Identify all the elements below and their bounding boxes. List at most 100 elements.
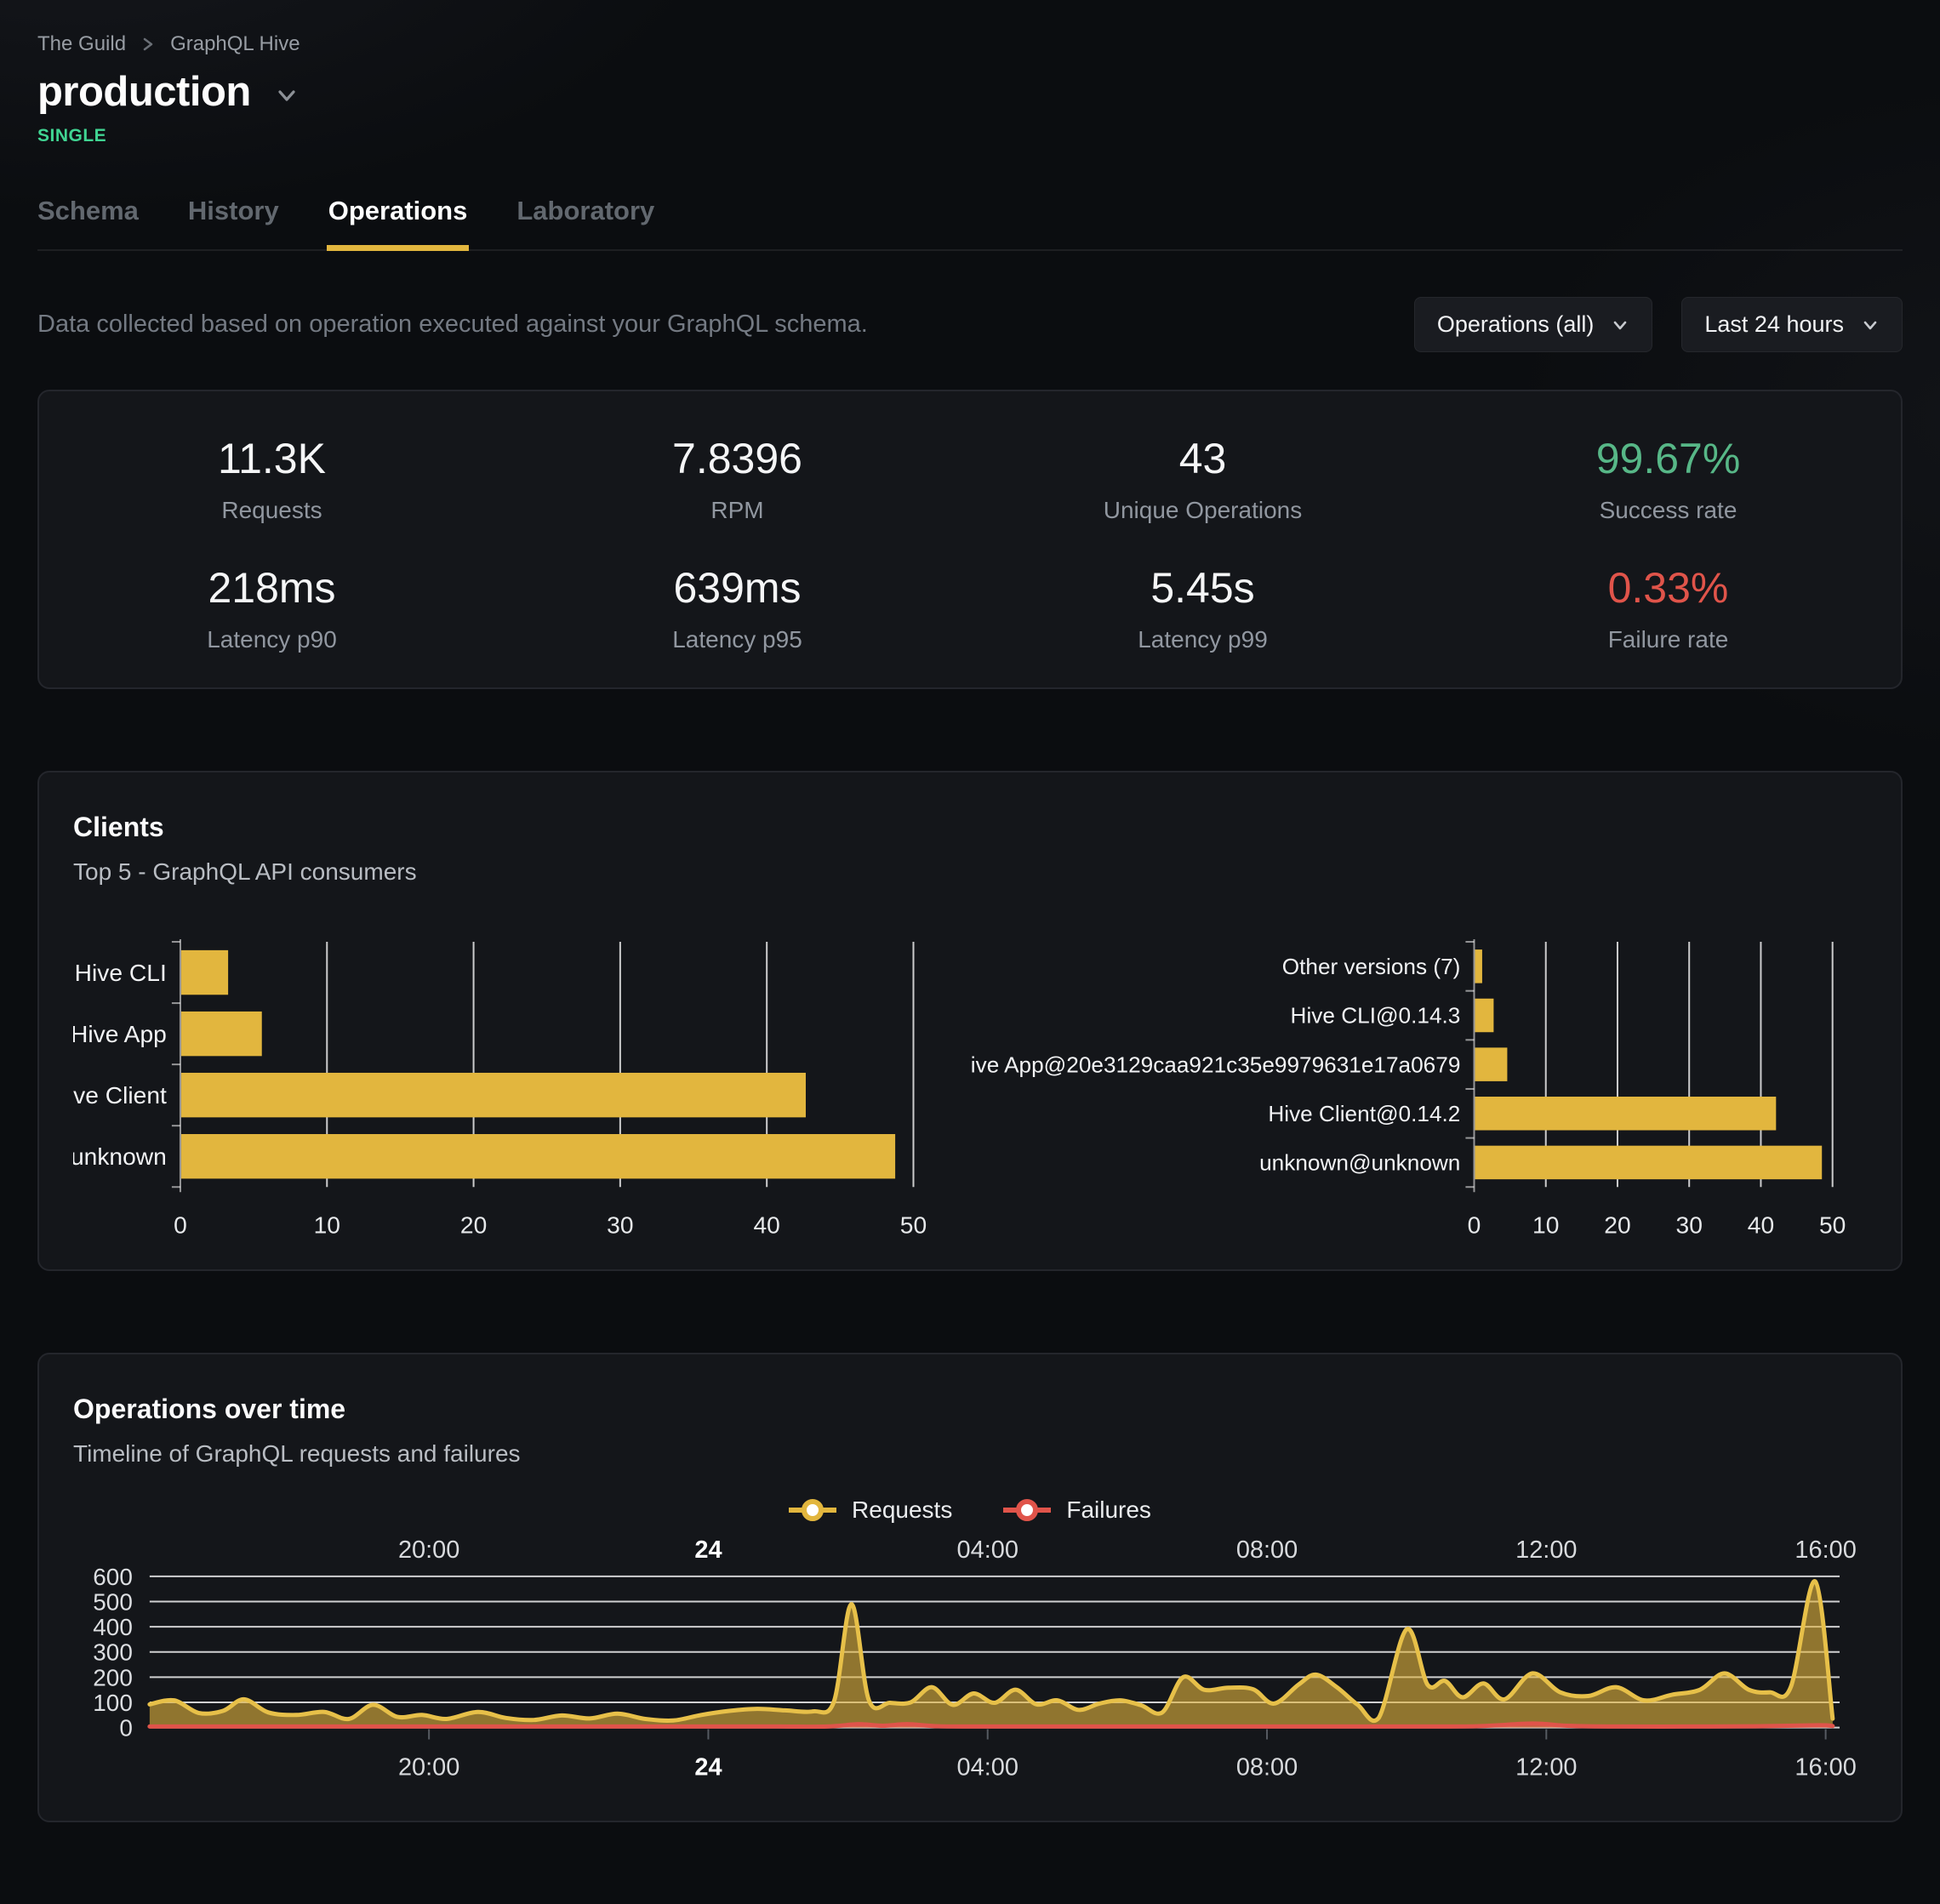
- svg-text:30: 30: [607, 1211, 633, 1239]
- page-title: production: [37, 68, 251, 116]
- tab-history[interactable]: History: [188, 196, 279, 249]
- svg-text:10: 10: [1532, 1211, 1559, 1239]
- tab-laboratory[interactable]: Laboratory: [516, 196, 654, 249]
- stat-label: RPM: [505, 497, 970, 524]
- stat-label: Latency p99: [970, 626, 1435, 653]
- operations-title: Operations over time: [73, 1394, 1867, 1425]
- stat-value: 43: [970, 434, 1435, 483]
- svg-text:16:00: 16:00: [1794, 1536, 1856, 1564]
- svg-text:50: 50: [900, 1211, 927, 1239]
- stat-latency-p90: 218ms Latency p90: [39, 563, 505, 653]
- svg-text:Hive CLI: Hive CLI: [75, 959, 167, 986]
- svg-text:12:00: 12:00: [1515, 1536, 1577, 1564]
- chevron-down-icon: [1611, 316, 1629, 334]
- svg-text:20: 20: [1604, 1211, 1630, 1239]
- svg-text:Hive CLI@0.14.3: Hive CLI@0.14.3: [1291, 1003, 1461, 1029]
- time-range-select[interactable]: Last 24 hours: [1681, 297, 1903, 352]
- title-row: production: [37, 68, 1903, 116]
- page: The Guild GraphQL Hive production SINGLE…: [0, 0, 1940, 1822]
- svg-text:unknown: unknown: [73, 1143, 167, 1170]
- clients-card: Clients Top 5 - GraphQL API consumers 0 1…: [37, 771, 1903, 1271]
- svg-text:08:00: 08:00: [1236, 1536, 1298, 1564]
- stat-label: Requests: [39, 497, 505, 524]
- clients-by-version-chart: 0 10 20 30 40 50 Other versions (7) Hive CLI@0.…: [970, 937, 1867, 1239]
- svg-text:Other versions (7): Other versions (7): [1282, 954, 1461, 979]
- clients-by-name-chart: 01020304050Hive CLIHive AppHive Clientun…: [73, 937, 970, 1239]
- operations-filter-value: Operations (all): [1437, 311, 1595, 338]
- svg-text:08:00: 08:00: [1236, 1753, 1298, 1781]
- svg-text:100: 100: [93, 1690, 133, 1716]
- stat-rpm: 7.8396 RPM: [505, 434, 970, 524]
- stat-latency-p99: 5.45s Latency p99: [970, 563, 1435, 653]
- stat-success-rate: 99.67% Success rate: [1435, 434, 1901, 524]
- svg-text:200: 200: [93, 1664, 133, 1690]
- breadcrumb: The Guild GraphQL Hive: [37, 0, 1903, 56]
- svg-text:300: 300: [93, 1639, 133, 1665]
- clients-title: Clients: [73, 812, 1867, 843]
- tab-bar: Schema History Operations Laboratory: [37, 196, 1903, 251]
- svg-text:Hive App: Hive App: [73, 1020, 167, 1047]
- svg-text:0: 0: [1468, 1211, 1481, 1239]
- clients-subtitle: Top 5 - GraphQL API consumers: [73, 858, 1867, 886]
- stats-card: 11.3K Requests 7.8396 RPM 43 Unique Oper…: [37, 390, 1903, 689]
- svg-text:unknown@unknown: unknown@unknown: [1259, 1150, 1460, 1176]
- stat-value: 0.33%: [1435, 563, 1901, 613]
- stat-value: 218ms: [39, 563, 505, 613]
- svg-text:600: 600: [93, 1564, 133, 1590]
- svg-text:40: 40: [753, 1211, 779, 1239]
- timeline-legend: Requests Failures: [73, 1496, 1867, 1524]
- operations-over-time-card: Operations over time Timeline of GraphQL…: [37, 1353, 1903, 1822]
- requests-series-marker-icon: [789, 1497, 836, 1523]
- svg-text:40: 40: [1748, 1211, 1774, 1239]
- svg-text:0: 0: [119, 1714, 133, 1741]
- breadcrumb-project[interactable]: GraphQL Hive: [170, 32, 300, 56]
- stat-label: Latency p95: [505, 626, 970, 653]
- stat-value: 7.8396: [505, 434, 970, 483]
- svg-text:Hive App@20e3129caa921c35e9979: Hive App@20e3129caa921c35e9979631e17a067…: [970, 1052, 1460, 1077]
- toolbar: Data collected based on operation execut…: [37, 297, 1903, 352]
- stat-failure-rate: 0.33% Failure rate: [1435, 563, 1901, 653]
- svg-text:10: 10: [314, 1211, 340, 1239]
- operations-filter-select[interactable]: Operations (all): [1414, 297, 1653, 352]
- stat-value: 99.67%: [1435, 434, 1901, 483]
- stat-label: Success rate: [1435, 497, 1901, 524]
- target-type-badge: SINGLE: [37, 126, 1903, 146]
- svg-text:12:00: 12:00: [1515, 1753, 1577, 1781]
- target-selector-chevron-down-icon[interactable]: [273, 75, 300, 109]
- breadcrumb-org[interactable]: The Guild: [37, 32, 126, 56]
- legend-item-failures[interactable]: Failures: [1003, 1496, 1151, 1524]
- tab-schema[interactable]: Schema: [37, 196, 139, 249]
- time-range-value: Last 24 hours: [1704, 311, 1844, 338]
- tab-operations[interactable]: Operations: [328, 196, 468, 249]
- svg-text:400: 400: [93, 1614, 133, 1640]
- failures-series-marker-icon: [1003, 1497, 1051, 1523]
- svg-text:16:00: 16:00: [1794, 1753, 1856, 1781]
- svg-text:0: 0: [174, 1211, 187, 1239]
- chevron-down-icon: [1861, 316, 1880, 334]
- stat-label: Latency p90: [39, 626, 505, 653]
- legend-item-requests[interactable]: Requests: [789, 1496, 952, 1524]
- svg-text:04:00: 04:00: [957, 1753, 1018, 1781]
- stat-requests: 11.3K Requests: [39, 434, 505, 524]
- svg-text:20:00: 20:00: [398, 1753, 459, 1781]
- svg-text:Hive Client: Hive Client: [73, 1081, 167, 1109]
- svg-text:50: 50: [1819, 1211, 1846, 1239]
- svg-text:24: 24: [694, 1753, 722, 1781]
- svg-text:20:00: 20:00: [398, 1536, 459, 1564]
- stat-latency-p95: 639ms Latency p95: [505, 563, 970, 653]
- stat-label: Failure rate: [1435, 626, 1901, 653]
- filters: Operations (all) Last 24 hours: [1414, 297, 1903, 352]
- svg-text:30: 30: [1676, 1211, 1703, 1239]
- stat-unique-operations: 43 Unique Operations: [970, 434, 1435, 524]
- legend-label: Requests: [852, 1496, 952, 1524]
- clients-charts: 0 10 20 30 40 50 Hive CLI Hive App Hive Client un…: [73, 937, 1867, 1239]
- stat-value: 5.45s: [970, 563, 1435, 613]
- svg-text:04:00: 04:00: [957, 1536, 1018, 1564]
- svg-text:24: 24: [694, 1536, 722, 1564]
- svg-text:500: 500: [93, 1588, 133, 1615]
- stat-value: 639ms: [505, 563, 970, 613]
- svg-text:Hive Client@0.14.2: Hive Client@0.14.2: [1268, 1101, 1460, 1126]
- page-description: Data collected based on operation execut…: [37, 311, 868, 339]
- stat-value: 11.3K: [39, 434, 505, 483]
- chevron-right-icon: [141, 34, 155, 54]
